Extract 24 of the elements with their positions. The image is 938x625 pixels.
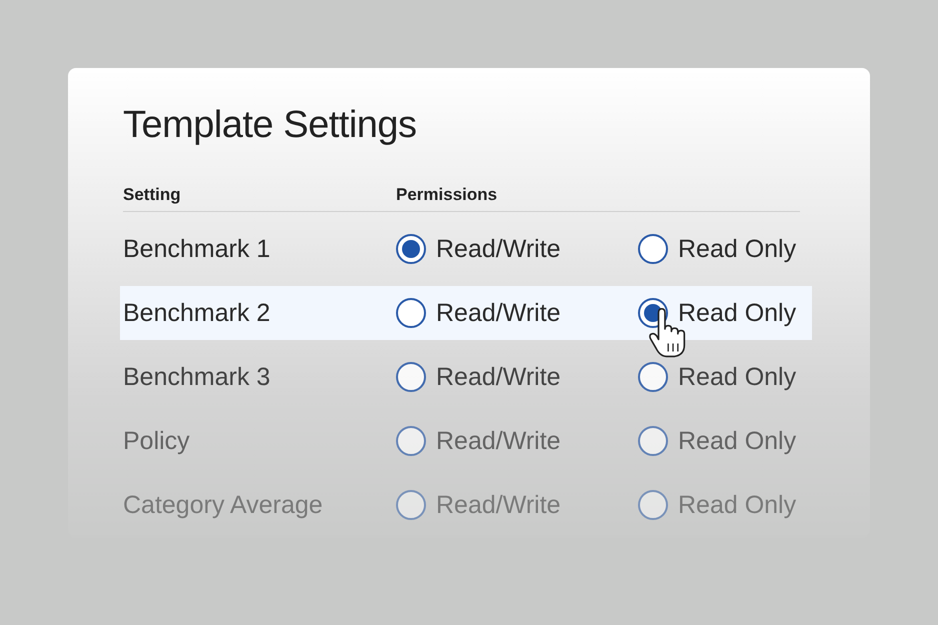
setting-name: Benchmark 3 [123, 362, 272, 392]
radio-button[interactable] [638, 426, 668, 456]
radio-button[interactable] [638, 490, 668, 520]
radio-option[interactable]: Read/Write [396, 426, 638, 456]
radio-button[interactable] [638, 234, 668, 264]
radio-option[interactable]: Read Only [638, 362, 796, 392]
radio-button[interactable] [396, 490, 426, 520]
radio-option[interactable]: Read/Write [396, 298, 638, 328]
radio-button[interactable] [396, 298, 426, 328]
radio-option[interactable]: Read Only [638, 426, 796, 456]
column-header: Permissions [396, 185, 498, 205]
radio-option[interactable]: Read/Write [396, 362, 638, 392]
radio-button[interactable] [396, 234, 426, 264]
setting-name: Benchmark 1 [123, 234, 272, 264]
setting-name: Category Average [123, 490, 324, 520]
radio-option[interactable]: Read/Write [396, 234, 638, 264]
radio-button[interactable] [638, 362, 668, 392]
column-header: Setting [123, 185, 182, 205]
radio-button[interactable] [396, 426, 426, 456]
radio-option[interactable]: Read Only [638, 234, 796, 264]
setting-name: Policy [123, 426, 191, 456]
radio-button[interactable] [396, 362, 426, 392]
card-title: Template Settings [123, 104, 418, 147]
setting-name: Benchmark 2 [123, 298, 272, 328]
